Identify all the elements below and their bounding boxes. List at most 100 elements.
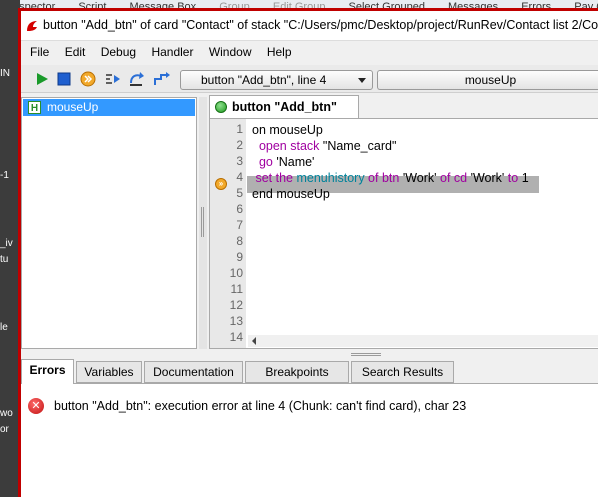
code-token: stack [286,139,320,153]
code-token: "Name_card" [319,139,397,153]
code-line-5: end mouseUp [252,186,330,202]
tab-errors[interactable]: Errors [21,359,74,384]
line-number: 2 [236,138,243,152]
handler-location-dropdown[interactable]: button "Add_btn", line 4 [180,70,373,90]
line-number: 11 [230,282,243,296]
splitter-grip-icon [201,207,204,237]
tab-documentation[interactable]: Documentation [144,361,243,383]
handler-label: mouseUp [47,100,99,114]
code-token: mouseUp [272,187,330,201]
code-token: 'Work' [467,171,505,185]
code-token: open [252,139,287,153]
breakpoint-arrow-icon[interactable]: » [215,178,227,190]
bg-fragment: or [0,424,9,435]
line-number: 7 [236,218,243,232]
horizontal-splitter[interactable] [21,351,598,359]
code-token: of [436,171,451,185]
splitter-grip-icon [351,353,381,356]
code-line-4: set the menuhistory of btn 'Work' of cd … [252,170,529,186]
stop-button[interactable] [54,70,74,88]
menu-file[interactable]: File [21,41,55,63]
event-dropdown[interactable]: mouseUp [377,70,598,90]
line-number: 6 [236,202,243,216]
bg-fragment: tu [0,254,9,265]
line-number-gutter[interactable]: 1 2 3 4 5 6 7 8 9 10 11 12 13 14 » [210,119,246,348]
window-title: button "Add_btn" of card "Contact" of st… [43,18,598,32]
line-number: 13 [229,314,243,328]
tab-breakpoints[interactable]: Breakpoints [245,361,349,383]
code-token: mouseUp [265,123,323,137]
error-icon: ✕ [28,398,44,414]
trace-icon [154,72,170,85]
status-dot-icon [215,101,227,113]
code-editor[interactable]: 1 2 3 4 5 6 7 8 9 10 11 12 13 14 » on mo… [209,118,598,349]
handler-list: H mouseUp [21,97,197,349]
line-number: 9 [236,250,243,264]
vertical-splitter[interactable] [199,97,207,349]
code-token: 1 [518,171,529,185]
horizontal-scrollbar[interactable] [248,335,598,347]
bg-fragment: wo [0,408,13,419]
code-token: of [364,171,379,185]
step-out-button[interactable] [127,70,147,88]
code-line-3: go 'Name' [252,154,315,170]
bottom-tab-bar: Errors Variables Documentation Breakpoin… [21,359,598,384]
code-token: the [272,171,294,185]
scroll-left-icon[interactable] [252,337,256,345]
title-bar[interactable]: button "Add_btn" of card "Contact" of st… [21,11,598,41]
bg-fragment: _iv [0,238,13,249]
code-token: menuhistory [293,171,365,185]
bg-fragment: le [0,322,8,333]
line-number: 14 [229,330,243,344]
bg-fragment: IN [0,68,10,79]
code-line-1: on mouseUp [252,122,323,138]
error-row[interactable]: ✕ button "Add_btn": execution error at l… [28,396,466,416]
code-token: 'Name' [272,155,315,169]
step-out-icon [130,72,144,86]
code-line-2: open stack "Name_card" [252,138,396,154]
editor-tab[interactable]: button "Add_btn" [209,95,359,119]
step-over-icon [106,74,120,84]
code-token: set [252,171,273,185]
play-icon [37,73,48,85]
menu-bar: File Edit Debug Handler Window Help [21,41,598,63]
editor-tab-label: button "Add_btn" [232,100,337,114]
menu-edit[interactable]: Edit [59,41,92,63]
background-desktop-strip: IN -1 _iv tu le wo or [0,0,20,497]
line-number: 8 [236,234,243,248]
menu-window[interactable]: Window [203,41,258,63]
line-number: 1 [236,122,243,136]
tab-variables[interactable]: Variables [76,361,142,383]
code-token: end [252,187,273,201]
line-number: 3 [236,154,243,168]
stop-icon [57,72,71,86]
trace-button[interactable] [152,70,172,88]
chevron-down-icon [358,78,366,83]
handler-location-value: button "Add_btn", line 4 [201,73,327,87]
menu-handler[interactable]: Handler [145,41,199,63]
code-token: on [252,123,266,137]
app-logo-icon [27,21,37,31]
event-value: mouseUp [464,73,517,87]
handler-icon: H [28,101,41,114]
step-over-button[interactable] [103,70,123,88]
error-message: button "Add_btn": execution error at lin… [54,399,467,413]
run-button[interactable] [32,70,52,88]
menu-help[interactable]: Help [261,41,298,63]
line-number: 12 [229,298,243,312]
code-token: cd [450,171,468,185]
tab-search-results[interactable]: Search Results [351,361,454,383]
code-token: 'Work' [399,171,437,185]
code-token: go [252,155,273,169]
step-into-icon [80,71,96,87]
script-editor-window: button "Add_btn" of card "Contact" of st… [18,8,598,497]
code-token: btn [378,171,400,185]
handler-list-item[interactable]: H mouseUp [23,99,195,116]
menu-debug[interactable]: Debug [95,41,142,63]
debug-toolbar: button "Add_btn", line 4 mouseUp [21,65,598,93]
line-number: 10 [229,266,243,280]
code-token: to [504,171,519,185]
bg-fragment: -1 [0,170,9,181]
step-into-button[interactable] [78,70,98,88]
errors-panel: ✕ button "Add_btn": execution error at l… [21,383,598,497]
